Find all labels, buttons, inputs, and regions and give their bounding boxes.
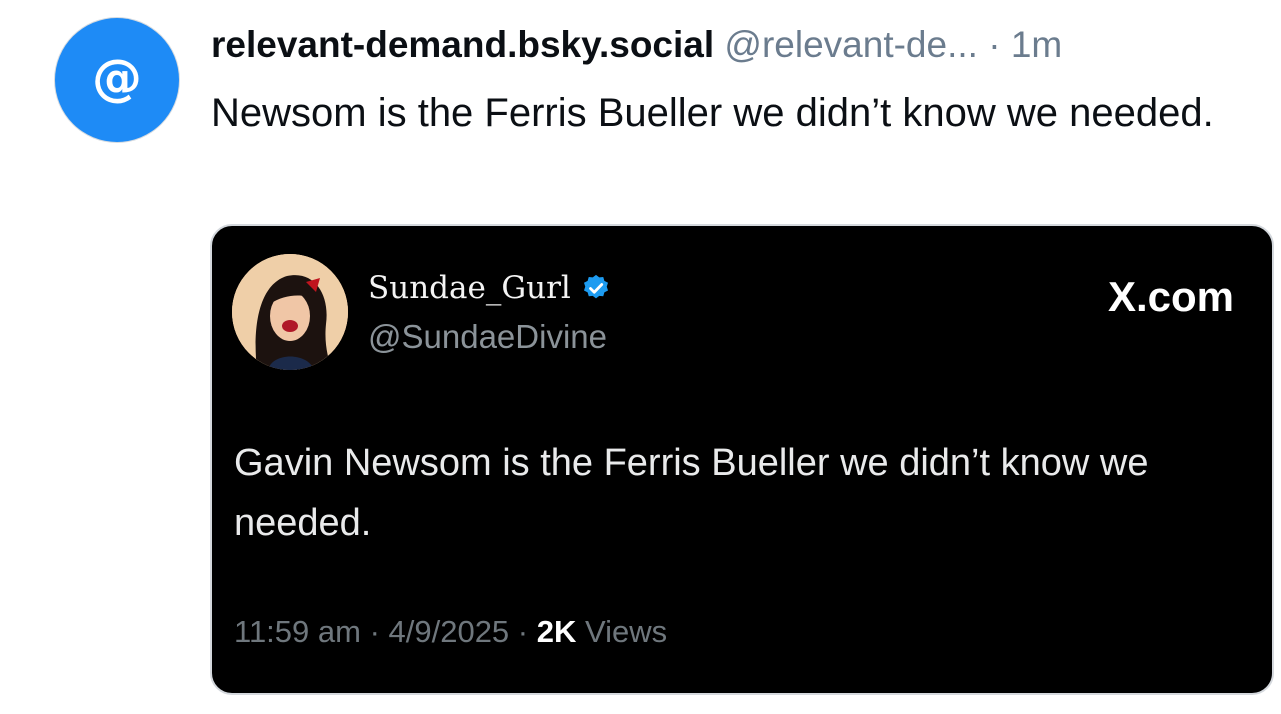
post-time[interactable]: 1m — [1011, 24, 1062, 65]
at-sign-icon: @ — [92, 49, 142, 107]
post-text: Newsom is the Ferris Bueller we didn’t k… — [211, 91, 1214, 135]
embed-views-label: Views — [585, 614, 668, 649]
x-com-brand: X.com — [1107, 273, 1234, 320]
embed-author-name: Sundae_Gurl — [368, 268, 611, 308]
post-header: relevant-demand.bsky.social @relevant-de… — [211, 22, 1273, 68]
embed-author-handle: @SundaeDivine — [368, 318, 607, 355]
embed-views-count: 2K — [536, 614, 577, 649]
separator-dot: · — [988, 24, 1001, 65]
embedded-screenshot[interactable]: Sundae_Gurl @SundaeDivine X.com Gavin Ne… — [210, 224, 1274, 695]
author-handle[interactable]: @relevant-de... — [724, 24, 978, 65]
embed-avatar — [232, 254, 348, 370]
verified-badge-icon — [581, 273, 611, 303]
embed-timestamp: 11:59 am · 4/9/2025 · — [234, 614, 529, 649]
embed-post-text: Gavin Newsom is the Ferris Bueller we di… — [234, 442, 1149, 544]
post-card[interactable]: @ relevant-demand.bsky.social @relevant-… — [0, 0, 1281, 714]
author-avatar[interactable]: @ — [55, 18, 179, 142]
embed-author-name-text: Sundae_Gurl — [368, 270, 571, 306]
author-display-name[interactable]: relevant-demand.bsky.social — [211, 24, 714, 65]
embed-meta: 11:59 am · 4/9/2025 · 2K Views — [234, 610, 667, 654]
